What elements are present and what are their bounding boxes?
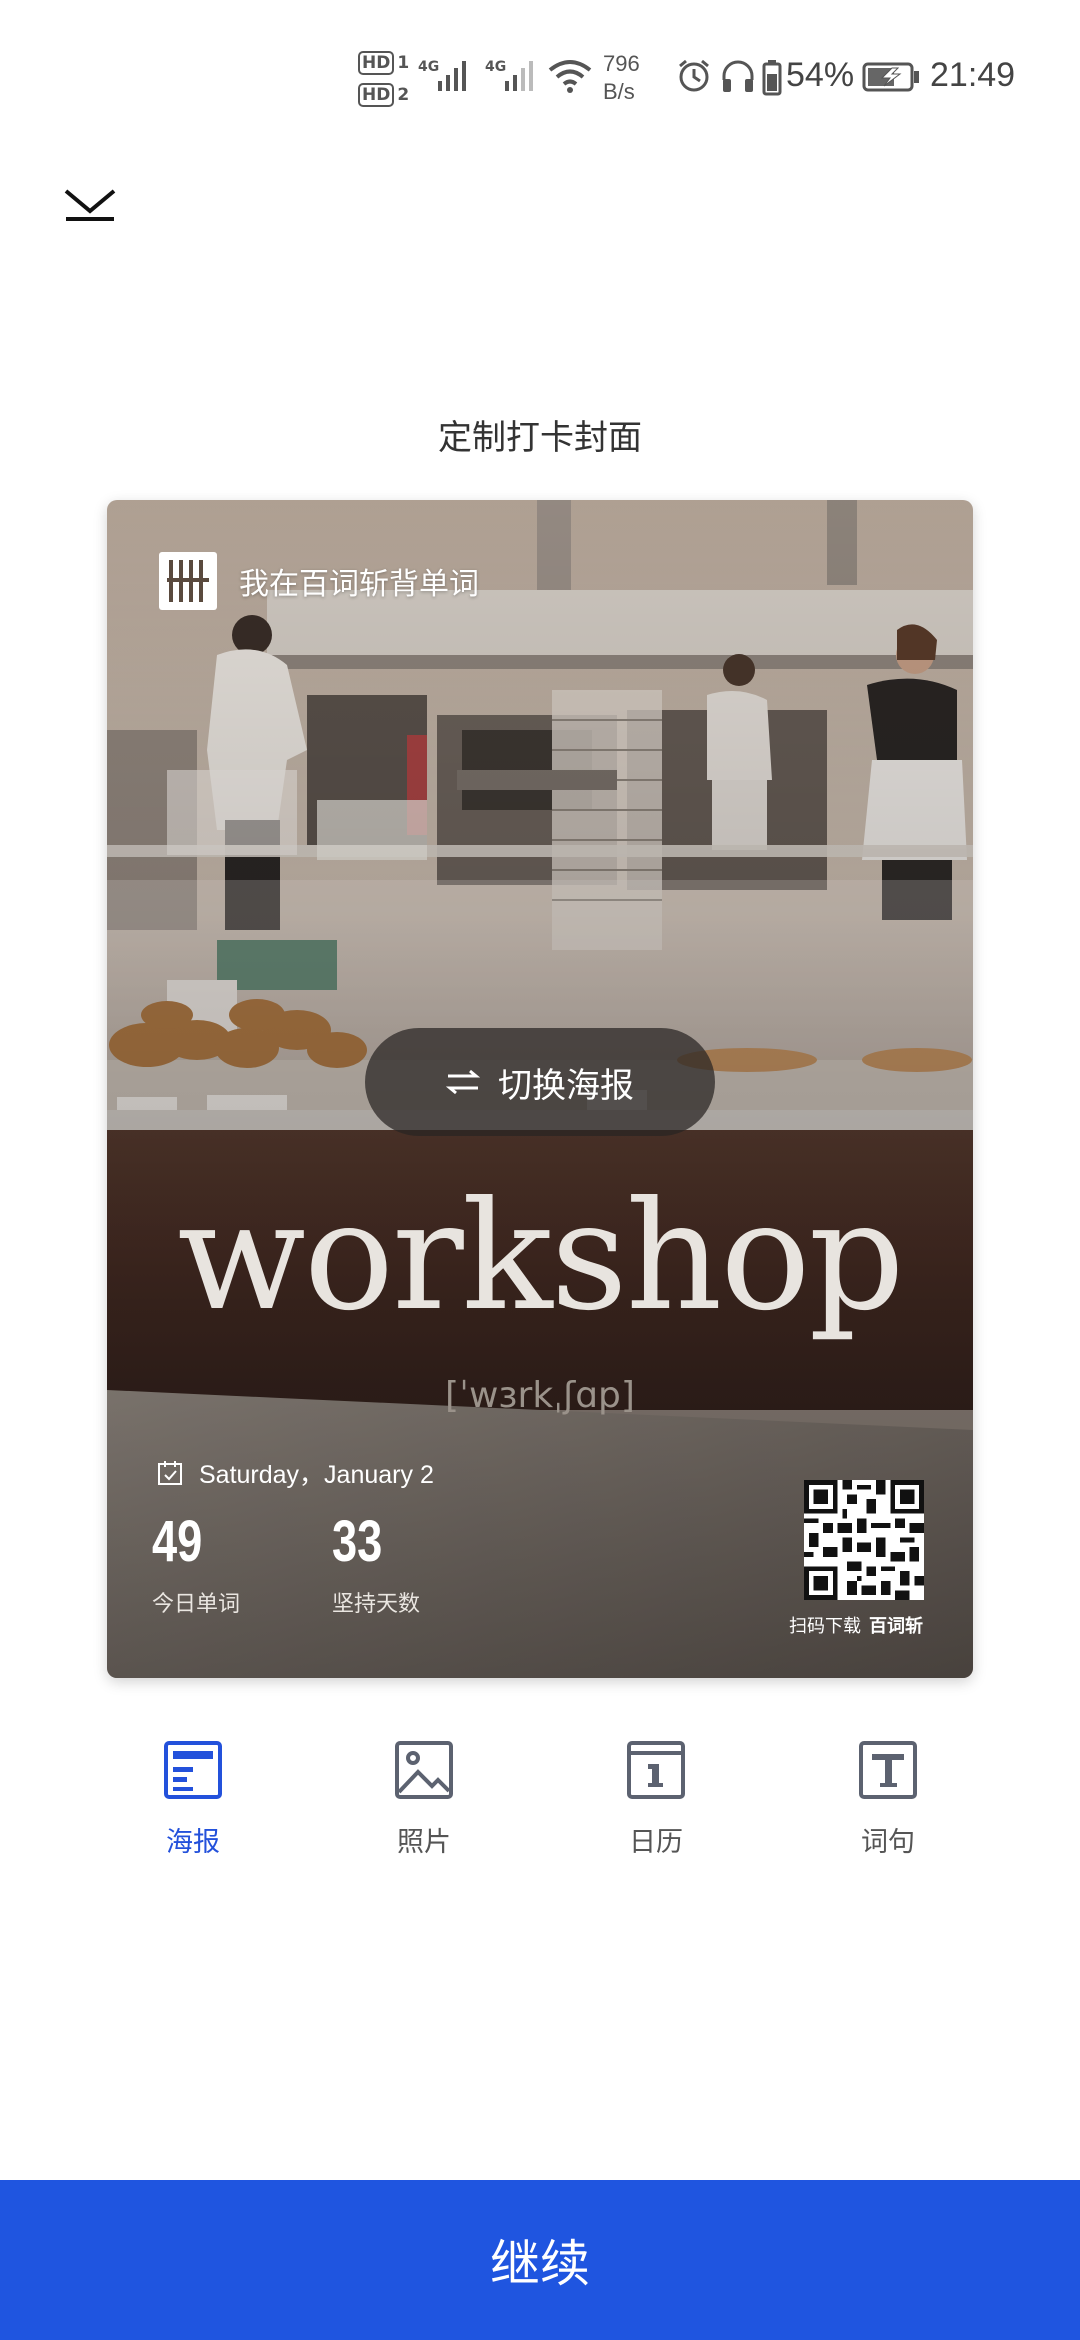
- clock: 21:49: [930, 56, 1016, 94]
- brand-header: 我在百词斩背单词: [159, 552, 479, 610]
- date-row: Saturday，January 2: [157, 1455, 434, 1491]
- calendar-check-icon: [158, 1461, 182, 1485]
- qr-caption: 扫码下载 百词斩: [789, 1612, 923, 1638]
- switch-poster-button[interactable]: 切换海报: [365, 1028, 715, 1136]
- tab-photo[interactable]: 照片: [344, 1740, 504, 1859]
- stat-today-words: 49 今日单词: [152, 1510, 240, 1618]
- tab-calendar[interactable]: 日历: [576, 1740, 736, 1859]
- poster-date: Saturday，January 2: [199, 1461, 434, 1489]
- speed-value: 796: [603, 51, 640, 76]
- qr-caption-text: 扫码下载: [789, 1616, 861, 1637]
- hd-badges: HD 1 HD 2: [358, 50, 409, 110]
- page-title: 定制打卡封面: [438, 418, 642, 458]
- switch-poster-label: 切换海报: [498, 1065, 634, 1106]
- poster-word: workshop: [177, 1170, 904, 1344]
- poster-phonetic: [ˈwɜrkˌʃɑp]: [445, 1375, 635, 1416]
- brand-text: 我在百词斩背单词: [239, 567, 479, 602]
- battery-charging-icon: [862, 62, 920, 96]
- stat-streak-days-label: 坚持天数: [332, 1592, 421, 1617]
- net2-label: 4G: [485, 59, 506, 75]
- photo-icon: [395, 1741, 453, 1799]
- continue-button[interactable]: 继续: [0, 2180, 1080, 2340]
- qr-caption-brand: 百词斩: [869, 1616, 923, 1637]
- tab-poster-label: 海报: [166, 1827, 220, 1858]
- poster-icon: [164, 1741, 222, 1799]
- calendar-icon: [627, 1741, 685, 1799]
- baicizhan-logo: [159, 552, 217, 610]
- battery-small-icon: [762, 60, 782, 100]
- tab-calendar-label: 日历: [629, 1827, 683, 1858]
- stat-today-words-label: 今日单词: [152, 1592, 241, 1617]
- stat-streak-days-value: 33: [332, 1509, 383, 1574]
- chevron-down-icon[interactable]: [60, 185, 120, 225]
- signal-icon: 4G: [418, 55, 478, 99]
- alarm-icon: [676, 58, 712, 98]
- speed-unit: B/s: [603, 79, 635, 104]
- stat-today-words-value: 49: [152, 1509, 203, 1574]
- status-bar: HD 1 HD 2 4G 4G 796 B/s 54% 21:49: [0, 0, 1080, 150]
- network-speed: 796 B/s: [603, 50, 663, 106]
- poster-card: 我在百词斩背单词 切换海报 workshop [ˈwɜrkˌʃɑp] Satur…: [107, 500, 973, 1678]
- wifi-icon: [548, 58, 592, 98]
- battery-percent: 54%: [786, 56, 855, 94]
- swap-icon: [446, 1069, 480, 1095]
- headset-icon: [720, 58, 756, 98]
- tab-poster[interactable]: 海报: [113, 1740, 273, 1859]
- hd1-badge: HD 1: [358, 50, 409, 76]
- cover-type-tabs: 海报 照片 日历 词句: [0, 1740, 1080, 1880]
- qr-code: [804, 1480, 924, 1600]
- tab-text[interactable]: 词句: [808, 1740, 968, 1859]
- tab-photo-label: 照片: [397, 1827, 451, 1858]
- page: HD 1 HD 2 4G 4G 796 B/s 54% 21:49 定制打卡封面…: [0, 0, 1080, 2340]
- text-icon: [859, 1741, 917, 1799]
- stat-streak-days: 33 坚持天数: [332, 1510, 420, 1618]
- net1-label: 4G: [418, 59, 439, 75]
- signal2-icon: 4G: [485, 55, 545, 99]
- hd2-badge: HD 2: [358, 82, 409, 108]
- tab-text-label: 词句: [861, 1827, 915, 1858]
